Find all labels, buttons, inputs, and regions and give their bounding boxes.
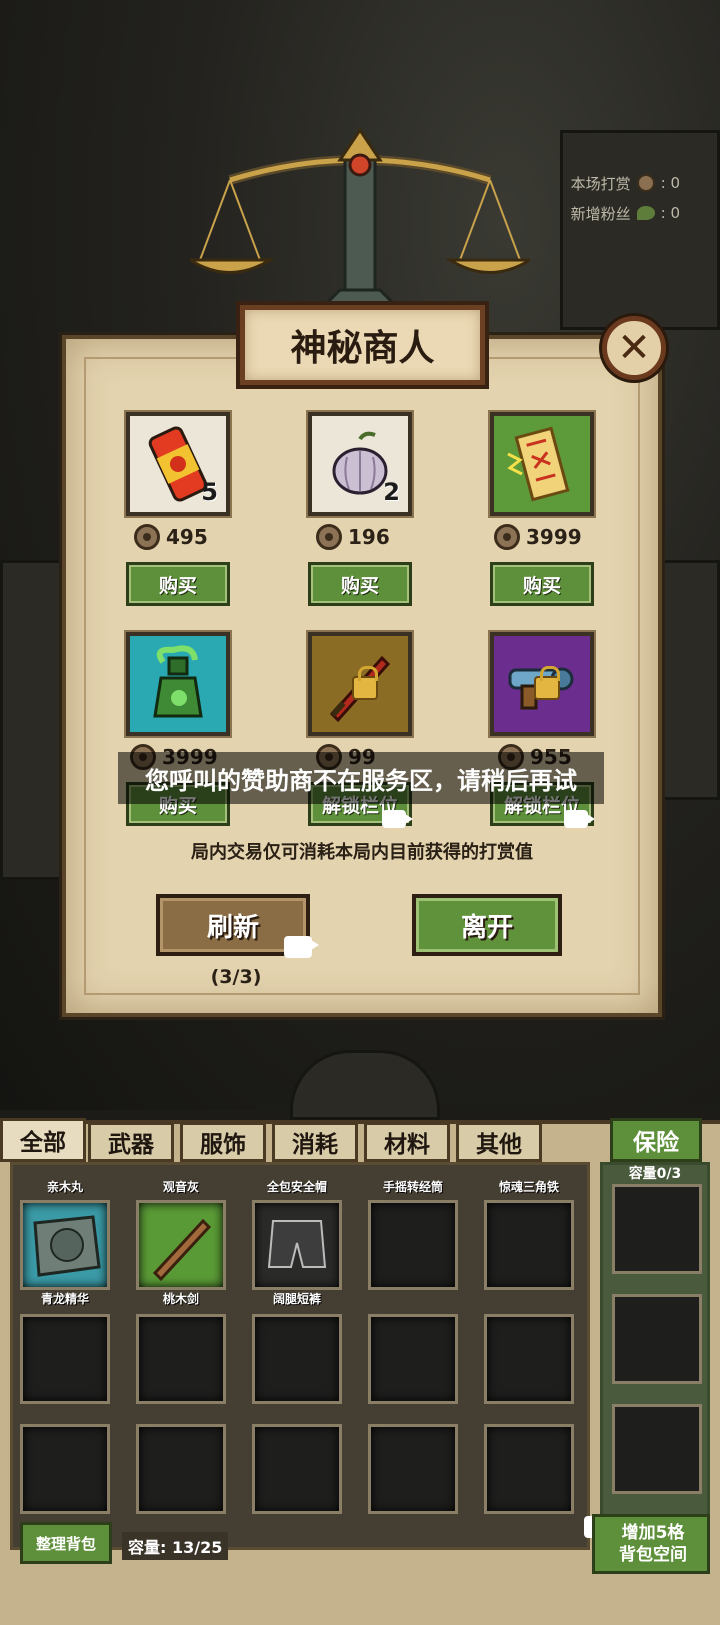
hud-stats: 本场打赏 : 0 新增粉丝 : 0: [540, 168, 680, 228]
leave-button[interactable]: 离开: [412, 894, 562, 956]
backpack-slot[interactable]: [484, 1314, 574, 1404]
shop-item: 3999 购买: [460, 412, 640, 612]
tab-consumables[interactable]: 消耗: [272, 1122, 358, 1162]
item-slot[interactable]: [490, 632, 594, 736]
insurance-slot[interactable]: [612, 1184, 702, 1274]
item-label: 惊魂三角铁: [498, 1180, 559, 1194]
backpack-slot[interactable]: [20, 1424, 110, 1514]
tab-all[interactable]: 全部: [0, 1118, 86, 1162]
price-value: 196: [348, 525, 390, 549]
backpack-slot[interactable]: [136, 1424, 226, 1514]
backpack-capacity: 容量: 13/25: [122, 1532, 229, 1560]
video-ad-icon: [382, 810, 413, 828]
backpack-slot[interactable]: [252, 1200, 342, 1290]
item-label: 青龙精华: [40, 1292, 89, 1306]
item-slot[interactable]: 2: [308, 412, 412, 516]
backpack-slot[interactable]: [252, 1424, 342, 1514]
expand-backpack-button[interactable]: 增加5格 背包空间: [592, 1514, 710, 1574]
coin-icon: [494, 524, 520, 550]
item-slot[interactable]: [126, 632, 230, 736]
tab-apparel[interactable]: 服饰: [180, 1122, 266, 1162]
item-price: 495: [134, 524, 208, 550]
video-ad-icon: [284, 936, 319, 958]
item-quantity: 5: [201, 478, 218, 506]
shorts-icon: [267, 1220, 327, 1268]
tips-value: : 0: [660, 174, 680, 192]
shop-item: 5 495 购买: [96, 412, 276, 612]
item-label: 全包安全帽: [266, 1180, 327, 1194]
insurance-slot[interactable]: [612, 1294, 702, 1384]
item-price: 196: [316, 524, 390, 550]
buy-button[interactable]: 购买: [490, 562, 594, 606]
fans-row: 新增粉丝 : 0: [540, 198, 680, 228]
merchant-title: 神秘商人: [240, 305, 485, 385]
coin-icon: [134, 524, 160, 550]
backpack-slot[interactable]: [136, 1200, 226, 1290]
expand-label-line1: 增加5格: [621, 1523, 685, 1543]
lock-icon: [534, 666, 560, 700]
poison-bottle-icon: [153, 645, 203, 718]
coin-icon: [316, 524, 342, 550]
dragon-essence-icon: [33, 1215, 101, 1277]
tips-row: 本场打赏 : 0: [540, 168, 680, 198]
price-value: 3999: [526, 525, 582, 549]
buy-button[interactable]: 购买: [126, 562, 230, 606]
backpack-slot[interactable]: [20, 1314, 110, 1404]
trade-notice: 局内交易仅可消耗本局内目前获得的打赏值: [191, 842, 533, 863]
insurance-capacity: 容量0/3: [628, 1166, 682, 1182]
item-price: 3999: [494, 524, 582, 550]
item-slot[interactable]: 5: [126, 412, 230, 516]
sort-backpack-button[interactable]: 整理背包: [20, 1522, 112, 1564]
backpack-slot[interactable]: [368, 1200, 458, 1290]
fans-label: 新增粉丝: [570, 204, 631, 223]
item-quantity: 2: [383, 478, 400, 506]
background-building: [0, 560, 70, 880]
buy-button[interactable]: 购买: [308, 562, 412, 606]
fans-icon: [636, 206, 655, 220]
background-building: [560, 130, 720, 330]
item-slot[interactable]: [490, 412, 594, 516]
tab-others[interactable]: 其他: [456, 1122, 542, 1162]
video-ad-icon: [564, 810, 595, 828]
backpack-slot[interactable]: [368, 1424, 458, 1514]
refresh-count: (3/3): [210, 966, 262, 988]
backpack-slot[interactable]: [484, 1200, 574, 1290]
fans-value: : 0: [660, 204, 680, 222]
coin-icon: [636, 174, 655, 192]
tab-weapons[interactable]: 武器: [88, 1122, 174, 1162]
talisman-icon: [507, 426, 570, 502]
backpack-slot[interactable]: [484, 1424, 574, 1514]
tips-label: 本场打赏: [570, 174, 631, 193]
backpack-slot[interactable]: [252, 1314, 342, 1404]
tab-insurance[interactable]: 保险: [610, 1118, 702, 1162]
shop-item: 2 196 购买: [278, 412, 458, 612]
insurance-slot[interactable]: [612, 1404, 702, 1494]
price-value: 495: [166, 525, 208, 549]
item-slot[interactable]: [308, 632, 412, 736]
item-label: 观音灰: [162, 1180, 199, 1194]
close-button[interactable]: ✕: [602, 316, 666, 380]
toast-message: 您呼叫的赞助商不在服务区，请稍后再试: [118, 752, 604, 804]
expand-label-line2: 背包空间: [619, 1545, 687, 1565]
close-icon: ✕: [617, 325, 651, 371]
tab-materials[interactable]: 材料: [364, 1122, 450, 1162]
item-label: 桃木剑: [162, 1292, 199, 1306]
item-label: 阔腿短裤: [272, 1292, 321, 1306]
item-label: 手摇转经筒: [382, 1180, 443, 1194]
item-label: 亲木丸: [46, 1180, 83, 1194]
backpack-slot[interactable]: [136, 1314, 226, 1404]
backpack-slot[interactable]: [20, 1200, 110, 1290]
peachwood-sword-icon: [152, 1218, 212, 1282]
backpack-slot[interactable]: [368, 1314, 458, 1404]
scale-icon: [190, 127, 530, 312]
lock-icon: [352, 666, 378, 700]
